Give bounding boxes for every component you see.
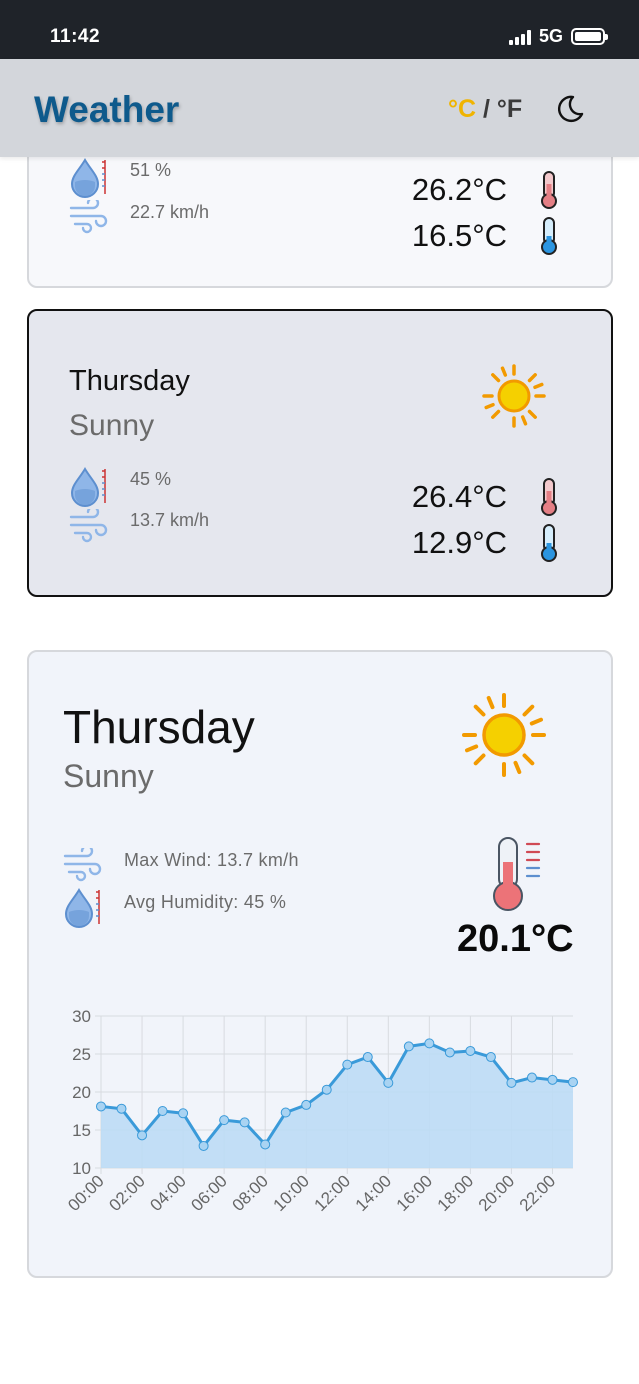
signal-icon xyxy=(508,29,531,45)
x-tick-label: 20:00 xyxy=(475,1171,519,1215)
x-tick-label: 14:00 xyxy=(352,1171,396,1215)
data-point xyxy=(444,1047,455,1058)
network-label: 5G xyxy=(538,26,563,46)
thermometer-cold-icon xyxy=(541,217,557,255)
data-point xyxy=(342,1059,353,1070)
data-point xyxy=(198,1140,209,1151)
x-tick-label: 02:00 xyxy=(105,1171,149,1215)
data-point xyxy=(362,1052,373,1063)
x-tick-label: 18:00 xyxy=(434,1171,478,1215)
temp-min: 16.5°C xyxy=(411,218,507,253)
thermometer-cold-icon xyxy=(541,524,557,562)
humidity-value: 45 % xyxy=(130,469,172,489)
data-point xyxy=(260,1139,271,1150)
x-tick-label: 04:00 xyxy=(146,1171,190,1215)
humidity-icon xyxy=(64,888,100,928)
data-point xyxy=(465,1045,476,1056)
max-wind: Max Wind: 13.7 km/h xyxy=(124,850,299,870)
temp-min: 12.9°C xyxy=(411,525,507,560)
data-point xyxy=(219,1115,230,1126)
thermometer-icon xyxy=(493,837,541,911)
current-temperature: 20.1°C xyxy=(457,918,574,960)
temp-max: 26.2°C xyxy=(411,172,507,207)
hourly-temperature-chart: 1015202530 00:0002:0004:0006:0008:0010:0… xyxy=(64,1007,578,1215)
forecast-card-selected[interactable]: Thursday Sunny 45 % 13.7 km/h 26.4°C 12.… xyxy=(27,309,613,597)
data-point xyxy=(239,1117,250,1128)
data-point xyxy=(568,1077,578,1088)
moon-icon[interactable] xyxy=(554,93,586,125)
app-header: Weather °C / °F xyxy=(0,59,639,157)
unit-toggle[interactable]: °C / °F xyxy=(448,95,522,124)
unit-fahrenheit[interactable]: °F xyxy=(497,95,522,123)
status-time: 11:42 xyxy=(50,26,101,47)
y-tick-label: 25 xyxy=(72,1045,91,1064)
detail-condition: Sunny xyxy=(63,758,154,794)
data-point xyxy=(403,1041,414,1052)
y-tick-label: 20 xyxy=(72,1083,91,1102)
temp-max: 26.4°C xyxy=(411,479,507,514)
data-point xyxy=(485,1052,496,1063)
data-point xyxy=(424,1038,435,1049)
y-tick-label: 30 xyxy=(72,1007,91,1026)
x-tick-label: 06:00 xyxy=(187,1171,231,1215)
data-point xyxy=(506,1077,517,1088)
y-tick-label: 15 xyxy=(72,1121,91,1140)
forecast-condition: Sunny xyxy=(69,409,155,442)
humidity-icon xyxy=(70,467,106,507)
thermometer-hot-icon xyxy=(541,478,557,516)
data-point xyxy=(96,1101,106,1112)
x-tick-label: 22:00 xyxy=(516,1171,560,1215)
data-point xyxy=(178,1108,189,1119)
wind-value: 22.7 km/h xyxy=(130,202,210,222)
x-tick-label: 10:00 xyxy=(270,1171,314,1215)
wind-icon xyxy=(69,509,108,543)
data-point xyxy=(526,1072,537,1083)
avg-humidity: Avg Humidity: 45 % xyxy=(124,892,287,912)
sun-icon xyxy=(482,364,546,428)
series-area xyxy=(101,1043,573,1168)
x-tick-label: 08:00 xyxy=(228,1171,272,1215)
forecast-day: Thursday xyxy=(69,365,190,397)
data-point xyxy=(383,1077,394,1088)
wind-icon xyxy=(63,848,102,882)
y-tick-label: 10 xyxy=(72,1159,91,1178)
data-point xyxy=(137,1130,148,1141)
data-point xyxy=(157,1106,168,1116)
x-tick-label: 16:00 xyxy=(393,1171,437,1215)
sun-icon xyxy=(462,693,546,777)
x-tick-label: 12:00 xyxy=(311,1171,355,1215)
status-indicators: 5G xyxy=(508,26,608,47)
humidity-icon xyxy=(70,158,106,198)
data-point xyxy=(280,1107,291,1118)
data-point xyxy=(116,1103,127,1114)
data-point xyxy=(547,1074,558,1085)
battery-icon xyxy=(571,28,608,45)
detail-card: Thursday Sunny Max Wind: 13.7 km/h Avg H… xyxy=(27,650,613,1278)
humidity-value: 51 % xyxy=(130,160,172,180)
wind-value: 13.7 km/h xyxy=(130,510,210,530)
data-point xyxy=(301,1099,312,1110)
thermometer-hot-icon xyxy=(541,171,557,209)
data-point xyxy=(321,1084,332,1095)
status-bar: 11:42 5G xyxy=(0,0,639,59)
unit-separator: / xyxy=(476,95,497,123)
app-title: Weather xyxy=(34,89,180,130)
unit-celsius[interactable]: °C xyxy=(448,95,476,123)
detail-day: Thursday xyxy=(63,701,255,753)
wind-icon xyxy=(69,200,108,234)
